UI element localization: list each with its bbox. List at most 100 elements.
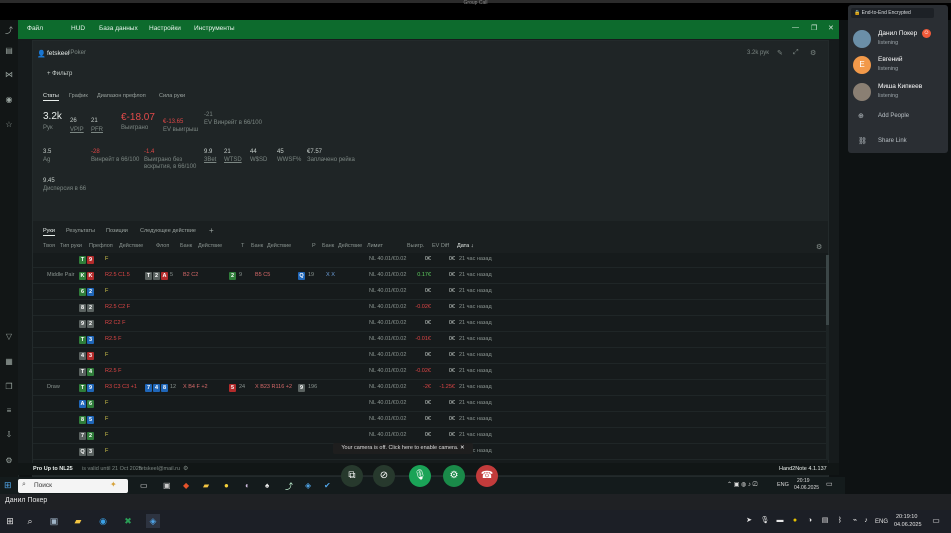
windows-start-icon[interactable]: ⊞: [4, 480, 12, 491]
tab-preflop-range[interactable]: Диапазон префлоп: [97, 93, 146, 99]
table-row[interactable]: 7 2 F NL 40.01/€0.02 0€ 0€ 21 час назад: [33, 429, 828, 444]
document-icon[interactable]: ▤: [4, 46, 14, 56]
tab-stats[interactable]: Статы: [43, 93, 59, 101]
app-icon-3[interactable]: ◐: [245, 481, 250, 490]
graph-icon[interactable]: ⤴: [4, 26, 14, 36]
folder-icon[interactable]: ▰: [71, 514, 85, 528]
brave-icon[interactable]: ◆: [183, 481, 189, 490]
volume-icon[interactable]: ♪: [859, 514, 873, 528]
col-flop-pot[interactable]: Банк: [180, 243, 192, 249]
table-scrollbar[interactable]: [826, 255, 829, 460]
database-icon[interactable]: ≡: [4, 406, 14, 416]
app-icon-4[interactable]: ♠: [265, 481, 269, 490]
close-tip-icon[interactable]: ✕: [460, 445, 465, 451]
menu-file[interactable]: Файл: [27, 25, 43, 32]
table-row[interactable]: 8 2 R2.5 C2 F NL 40.01/€0.02 -0.02€ 0€ 21 час …: [33, 301, 828, 316]
excel-icon[interactable]: ✖: [121, 514, 135, 528]
remote-tray-icons[interactable]: ⌃ ▣ ◍ ♪ ⎚: [727, 481, 757, 489]
col-turn-pot[interactable]: Банк: [251, 243, 263, 249]
col-flop[interactable]: Флоп: [156, 243, 169, 249]
microphone-button[interactable]: 🎙: [409, 465, 431, 487]
tray-icon-1[interactable]: ▬: [773, 514, 787, 528]
col-turn[interactable]: Т: [241, 243, 244, 249]
share-link[interactable]: Share Link: [878, 138, 907, 144]
filter-button[interactable]: + Фильтр: [47, 71, 72, 77]
col-won[interactable]: Выигр.: [407, 243, 424, 249]
tray-icon-2[interactable]: ●: [788, 514, 802, 528]
columns-settings-icon[interactable]: ⚙: [816, 243, 822, 251]
col-turn-action[interactable]: Действие: [267, 243, 291, 249]
menu-hud[interactable]: HUD: [71, 25, 85, 32]
add-person-icon[interactable]: ⊕: [858, 112, 864, 120]
link-icon[interactable]: ⛓: [858, 137, 867, 145]
add-people-link[interactable]: Add People: [878, 113, 909, 119]
col-preflop[interactable]: Префлоп: [89, 243, 113, 249]
table-row[interactable]: Draw T 9 R3 C3 C3 +1 7 4 8 12 X B4 F +2 5 24 X B23 …: [33, 381, 828, 396]
add-tab-icon[interactable]: +: [209, 226, 214, 235]
table-row[interactable]: T 3 R2.5 F NL 40.01/€0.02 -0.01€ 0€ 21 час наз…: [33, 333, 828, 348]
table-tab-next-action[interactable]: Следующее действие: [140, 228, 196, 234]
star-icon[interactable]: ☆: [4, 120, 14, 130]
col-limit[interactable]: Лимит: [367, 243, 383, 249]
col-flop-action[interactable]: Действие: [198, 243, 222, 249]
call-settings-button[interactable]: ⚙: [443, 465, 465, 487]
explorer-app-icon[interactable]: ▣: [47, 514, 61, 528]
col-evdiff[interactable]: EV Diff: [432, 243, 449, 249]
table-scrollbar-thumb[interactable]: [826, 255, 829, 325]
tray-icon-3[interactable]: ◑: [803, 514, 817, 528]
remote-app-icon[interactable]: ◈: [146, 514, 160, 528]
camera-off-tooltip[interactable]: Your camera is off. Click here to enable…: [333, 443, 473, 454]
panel-settings-icon[interactable]: ⚙: [810, 49, 816, 57]
search-icon[interactable]: ⌕: [23, 514, 37, 528]
broadcast-icon[interactable]: ◉: [4, 95, 14, 105]
player-name[interactable]: fetskeel: [47, 50, 69, 57]
table-tab-positions[interactable]: Позиции: [106, 228, 128, 234]
folder-icon[interactable]: ▰: [203, 481, 209, 490]
popout-icon[interactable]: ⤢: [793, 49, 799, 57]
notification-icon[interactable]: ▭: [929, 514, 943, 528]
app-icon-1[interactable]: ▣: [163, 481, 171, 490]
menu-tools[interactable]: Инструменты: [194, 25, 235, 32]
table-tab-results[interactable]: Результаты: [66, 228, 95, 234]
hangup-button[interactable]: ☎: [476, 465, 498, 487]
tab-hand-strength[interactable]: Сила руки: [159, 93, 185, 99]
screen-share-button[interactable]: ⧉: [341, 465, 363, 487]
h2n-taskbar-icon[interactable]: ⤴: [285, 481, 293, 492]
host-lang[interactable]: ENG: [875, 519, 888, 525]
table-tab-hands[interactable]: Руки: [43, 228, 55, 236]
col-river[interactable]: Р: [312, 243, 316, 249]
mic-tray-icon[interactable]: 🎙: [758, 514, 772, 528]
remote-notification-icon[interactable]: ▭: [826, 480, 833, 488]
app-icon-2[interactable]: ●: [224, 481, 229, 490]
minimize-icon[interactable]: —: [792, 24, 799, 31]
close-icon[interactable]: ✕: [828, 24, 834, 32]
copy-icon[interactable]: ❐: [4, 382, 14, 392]
remote-search-box[interactable]: ⌕ Поиск ✦: [18, 479, 128, 493]
tab-graph[interactable]: График: [69, 93, 88, 99]
layout-icon[interactable]: ▦: [4, 357, 14, 367]
table-row[interactable]: 4 3 F NL 40.01/€0.02 0€ 0€ 21 час назад: [33, 349, 828, 364]
bluetooth-icon[interactable]: ᛒ: [833, 514, 847, 528]
col-pre-action[interactable]: Действие: [119, 243, 143, 249]
settings-icon[interactable]: ⚙: [4, 456, 14, 466]
table-row[interactable]: T 4 R2.5 F NL 40.01/€0.02 -0.02€ 0€ 21 час наз…: [33, 365, 828, 380]
filter-icon[interactable]: ▽: [4, 332, 14, 342]
app-icon-6[interactable]: ✔: [324, 481, 331, 490]
col-type[interactable]: Тип руки: [60, 243, 82, 249]
tray-icon-4[interactable]: ▤: [818, 514, 832, 528]
col-date[interactable]: Дата ↓: [457, 243, 473, 249]
windows-start-icon[interactable]: ⊞: [3, 514, 17, 528]
col-river-action[interactable]: Действие: [338, 243, 362, 249]
menu-database[interactable]: База данных: [99, 25, 138, 32]
app-icon-5[interactable]: ◈: [305, 481, 311, 490]
share-icon[interactable]: ⋈: [4, 70, 14, 80]
edge-icon[interactable]: ◉: [96, 514, 110, 528]
table-row[interactable]: 6 2 F NL 40.01/€0.02 0€ 0€ 21 час назад: [33, 285, 828, 300]
table-row[interactable]: Middle Pair K K R2.5 C1.5 T 2 A 5 B2 C2 2 9 B5 C5 Q 1…: [33, 269, 828, 284]
table-row[interactable]: 8 5 F NL 40.01/€0.02 0€ 0€ 21 час назад: [33, 413, 828, 428]
menu-settings[interactable]: Настройки: [149, 25, 181, 32]
col-hand[interactable]: Твоя: [43, 243, 55, 249]
col-river-pot[interactable]: Банк: [322, 243, 334, 249]
download-icon[interactable]: ⇩: [4, 430, 14, 440]
camera-toggle-button[interactable]: ⊘: [373, 465, 395, 487]
